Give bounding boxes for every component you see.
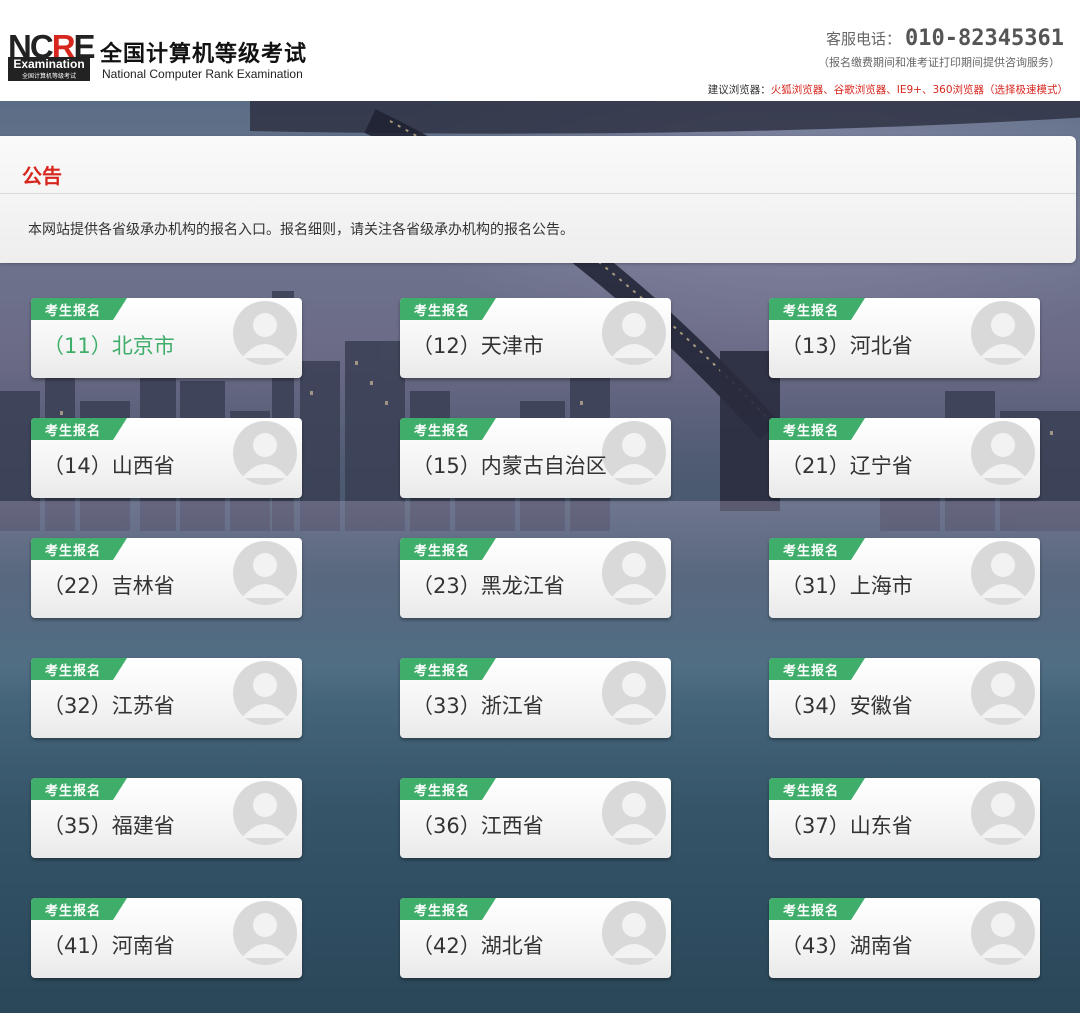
province-card[interactable]: 考生报名 （15）内蒙古自治区 — [400, 418, 671, 498]
province-card[interactable]: 考生报名 （11）北京市 — [31, 298, 302, 378]
logo-exam-label: Examination — [8, 57, 90, 72]
province-card[interactable]: 考生报名 （33）浙江省 — [400, 658, 671, 738]
user-silhouette-icon — [971, 541, 1035, 605]
province-card[interactable]: 考生报名 （13）河北省 — [769, 298, 1040, 378]
user-silhouette-icon — [971, 301, 1035, 365]
province-card[interactable]: 考生报名 （23）黑龙江省 — [400, 538, 671, 618]
registration-tag-label: 考生报名 — [414, 664, 471, 679]
browser-tip-label: 建议浏览器： — [707, 84, 771, 96]
ncre-logo[interactable]: NCRE Examination 全国计算机等级考试 — [8, 30, 96, 81]
user-silhouette-icon — [602, 541, 666, 605]
registration-tag-label: 考生报名 — [414, 544, 471, 559]
province-card[interactable]: 考生报名 （43）湖南省 — [769, 898, 1040, 978]
province-card[interactable]: 考生报名 （37）山东省 — [769, 778, 1040, 858]
browser-tip-list: 火狐浏览器、谷歌浏览器、IE9+、360浏览器（选择极速模式） — [770, 84, 1068, 96]
hotline: 客服电话： 010-82345361 — [826, 26, 1064, 51]
user-silhouette-icon — [602, 661, 666, 725]
registration-tag-label: 考生报名 — [45, 904, 102, 919]
province-card[interactable]: 考生报名 （14）山西省 — [31, 418, 302, 498]
hotline-note: （报名缴费期间和准考证打印期间提供咨询服务） — [818, 56, 1060, 69]
province-card-label: （11）北京市 — [43, 334, 175, 358]
province-card-label: （36）江西省 — [412, 814, 544, 838]
province-card[interactable]: 考生报名 （31）上海市 — [769, 538, 1040, 618]
hotline-label: 客服电话： — [826, 30, 902, 48]
registration-tag-label: 考生报名 — [783, 304, 840, 319]
user-silhouette-icon — [233, 301, 297, 365]
user-silhouette-icon — [233, 421, 297, 485]
province-card[interactable]: 考生报名 （21）辽宁省 — [769, 418, 1040, 498]
registration-tag-label: 考生报名 — [45, 424, 102, 439]
site-title: 全国计算机等级考试 — [100, 42, 308, 67]
site-title-en: National Computer Rank Examination — [102, 67, 303, 81]
province-card-label: （34）安徽省 — [781, 694, 913, 718]
notice-title: 公告 — [22, 164, 62, 188]
user-silhouette-icon — [971, 901, 1035, 965]
province-card-label: （37）山东省 — [781, 814, 913, 838]
province-card-label: （21）辽宁省 — [781, 454, 913, 478]
user-silhouette-icon — [971, 421, 1035, 485]
province-card-label: （31）上海市 — [781, 574, 913, 598]
registration-tag-label: 考生报名 — [414, 304, 471, 319]
registration-tag-label: 考生报名 — [414, 424, 471, 439]
registration-tag-label: 考生报名 — [783, 544, 840, 559]
province-card-label: （15）内蒙古自治区 — [412, 454, 607, 478]
province-card-label: （41）河南省 — [43, 934, 175, 958]
browser-tip: 建议浏览器：火狐浏览器、谷歌浏览器、IE9+、360浏览器（选择极速模式） — [708, 82, 1068, 97]
hotline-number: 010-82345361 — [905, 26, 1064, 51]
province-card[interactable]: 考生报名 （42）湖北省 — [400, 898, 671, 978]
registration-tag-label: 考生报名 — [45, 544, 102, 559]
province-card[interactable]: 考生报名 （35）福建省 — [31, 778, 302, 858]
registration-tag-label: 考生报名 — [45, 784, 102, 799]
registration-tag-label: 考生报名 — [45, 664, 102, 679]
user-silhouette-icon — [971, 781, 1035, 845]
registration-tag-label: 考生报名 — [783, 424, 840, 439]
province-card-label: （33）浙江省 — [412, 694, 544, 718]
user-silhouette-icon — [233, 781, 297, 845]
registration-tag-label: 考生报名 — [414, 784, 471, 799]
province-card-label: （42）湖北省 — [412, 934, 544, 958]
user-silhouette-icon — [233, 661, 297, 725]
user-silhouette-icon — [233, 901, 297, 965]
registration-tag-label: 考生报名 — [783, 904, 840, 919]
logo-sub-label: 全国计算机等级考试 — [8, 72, 90, 81]
province-card-label: （22）吉林省 — [43, 574, 175, 598]
registration-tag-label: 考生报名 — [783, 664, 840, 679]
user-silhouette-icon — [233, 541, 297, 605]
notice-panel: 公告 本网站提供各省级承办机构的报名入口。报名细则，请关注各省级承办机构的报名公… — [0, 136, 1076, 263]
province-card[interactable]: 考生报名 （34）安徽省 — [769, 658, 1040, 738]
province-card-label: （23）黑龙江省 — [412, 574, 565, 598]
province-card[interactable]: 考生报名 （22）吉林省 — [31, 538, 302, 618]
registration-tag-label: 考生报名 — [783, 784, 840, 799]
user-silhouette-icon — [602, 901, 666, 965]
province-card-label: （43）湖南省 — [781, 934, 913, 958]
user-silhouette-icon — [602, 421, 666, 485]
province-card-label: （14）山西省 — [43, 454, 175, 478]
user-silhouette-icon — [602, 301, 666, 365]
user-silhouette-icon — [602, 781, 666, 845]
province-card-label: （13）河北省 — [781, 334, 913, 358]
province-card-label: （12）天津市 — [412, 334, 544, 358]
site-header: NCRE Examination 全国计算机等级考试 全国计算机等级考试 Nat… — [0, 0, 1080, 101]
notice-divider — [0, 193, 1076, 194]
notice-text: 本网站提供各省级承办机构的报名入口。报名细则，请关注各省级承办机构的报名公告。 — [28, 222, 574, 238]
province-card[interactable]: 考生报名 （32）江苏省 — [31, 658, 302, 738]
province-card-label: （32）江苏省 — [43, 694, 175, 718]
province-card-label: （35）福建省 — [43, 814, 175, 838]
province-card[interactable]: 考生报名 （12）天津市 — [400, 298, 671, 378]
registration-tag-label: 考生报名 — [414, 904, 471, 919]
province-card[interactable]: 考生报名 （36）江西省 — [400, 778, 671, 858]
province-card[interactable]: 考生报名 （41）河南省 — [31, 898, 302, 978]
user-silhouette-icon — [971, 661, 1035, 725]
registration-tag-label: 考生报名 — [45, 304, 102, 319]
